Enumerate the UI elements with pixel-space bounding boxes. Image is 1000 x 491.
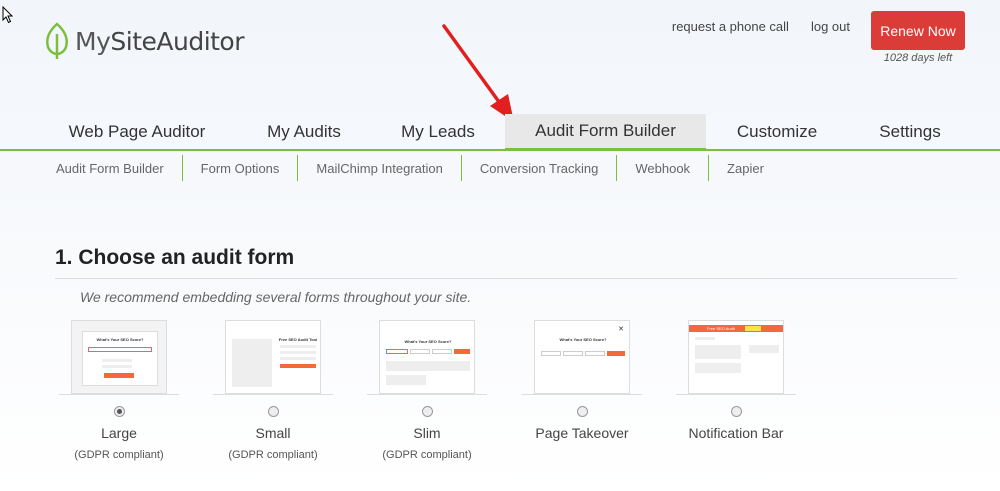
tab-customize[interactable]: Customize bbox=[720, 114, 834, 149]
form-option-page-takeover[interactable]: ✕ What's Your SEO Score? Page Takeover bbox=[512, 318, 652, 441]
tab-my-leads[interactable]: My Leads bbox=[380, 114, 496, 149]
subnav-conversion-tracking[interactable]: Conversion Tracking bbox=[462, 155, 618, 181]
subnav-audit-form-builder[interactable]: Audit Form Builder bbox=[38, 155, 183, 181]
small-radio[interactable] bbox=[267, 406, 279, 417]
small-gdpr-note: (GDPR compliant) bbox=[228, 449, 318, 461]
close-x-icon: ✕ bbox=[618, 326, 624, 333]
large-radio[interactable] bbox=[113, 406, 125, 417]
form-option-notification-bar[interactable]: Free SEO Audit Notification Bar bbox=[666, 318, 806, 441]
small-label: Small bbox=[255, 425, 291, 441]
leaf-icon bbox=[46, 22, 68, 59]
notification-bar-thumbnail: Free SEO Audit bbox=[688, 320, 784, 394]
small-form-thumbnail: Free SEO Audit Tool bbox=[225, 320, 321, 394]
main-nav: Web Page Auditor My Audits My Leads Audi… bbox=[0, 114, 1000, 151]
account-links: request a phone call log out bbox=[672, 19, 850, 34]
renew-now-button[interactable]: Renew Now bbox=[871, 11, 965, 50]
days-left-text: 1028 days left bbox=[883, 52, 953, 64]
subnav-webhook[interactable]: Webhook bbox=[617, 155, 710, 181]
large-gdpr-note: (GDPR compliant) bbox=[74, 449, 164, 461]
form-option-large[interactable]: What's Your SEO Score? Large (GDPR compl… bbox=[49, 318, 189, 461]
annotation-arrow-icon bbox=[442, 24, 514, 122]
large-label: Large bbox=[101, 425, 137, 441]
form-option-small[interactable]: Free SEO Audit Tool Small (GDPR complian… bbox=[203, 318, 343, 461]
log-out-link[interactable]: log out bbox=[811, 19, 850, 34]
section-divider bbox=[55, 278, 957, 279]
tab-web-page-auditor[interactable]: Web Page Auditor bbox=[50, 114, 224, 149]
site-logo[interactable]: MySiteAuditor bbox=[44, 22, 245, 60]
slim-radio[interactable] bbox=[421, 406, 433, 417]
notification-bar-radio[interactable] bbox=[730, 406, 742, 417]
notification-bar-label: Notification Bar bbox=[688, 425, 784, 441]
subnav-zapier[interactable]: Zapier bbox=[709, 155, 782, 181]
slim-gdpr-note: (GDPR compliant) bbox=[382, 449, 472, 461]
subnav-mailchimp-integration[interactable]: MailChimp Integration bbox=[298, 155, 462, 181]
large-form-thumbnail: What's Your SEO Score? bbox=[71, 320, 167, 394]
sub-nav: Audit Form Builder Form Options MailChim… bbox=[38, 155, 782, 181]
request-phone-call-link[interactable]: request a phone call bbox=[672, 19, 789, 34]
logo-text: MySiteAuditor bbox=[75, 26, 245, 56]
tab-settings[interactable]: Settings bbox=[860, 114, 960, 149]
page-takeover-label: Page Takeover bbox=[535, 425, 629, 441]
slim-form-thumbnail: What's Your SEO Score? bbox=[379, 320, 475, 394]
mouse-cursor-icon bbox=[2, 6, 14, 24]
subnav-form-options[interactable]: Form Options bbox=[183, 155, 299, 181]
page-takeover-thumbnail: ✕ What's Your SEO Score? bbox=[534, 320, 630, 394]
slim-label: Slim bbox=[413, 425, 441, 441]
recommend-text: We recommend embedding several forms thr… bbox=[80, 289, 472, 305]
form-option-slim[interactable]: What's Your SEO Score? Slim (GDPR compli… bbox=[357, 318, 497, 461]
section-title: 1. Choose an audit form bbox=[55, 246, 295, 269]
tab-my-audits[interactable]: My Audits bbox=[240, 114, 368, 149]
tab-audit-form-builder[interactable]: Audit Form Builder bbox=[505, 114, 706, 151]
page-takeover-radio[interactable] bbox=[576, 406, 588, 417]
